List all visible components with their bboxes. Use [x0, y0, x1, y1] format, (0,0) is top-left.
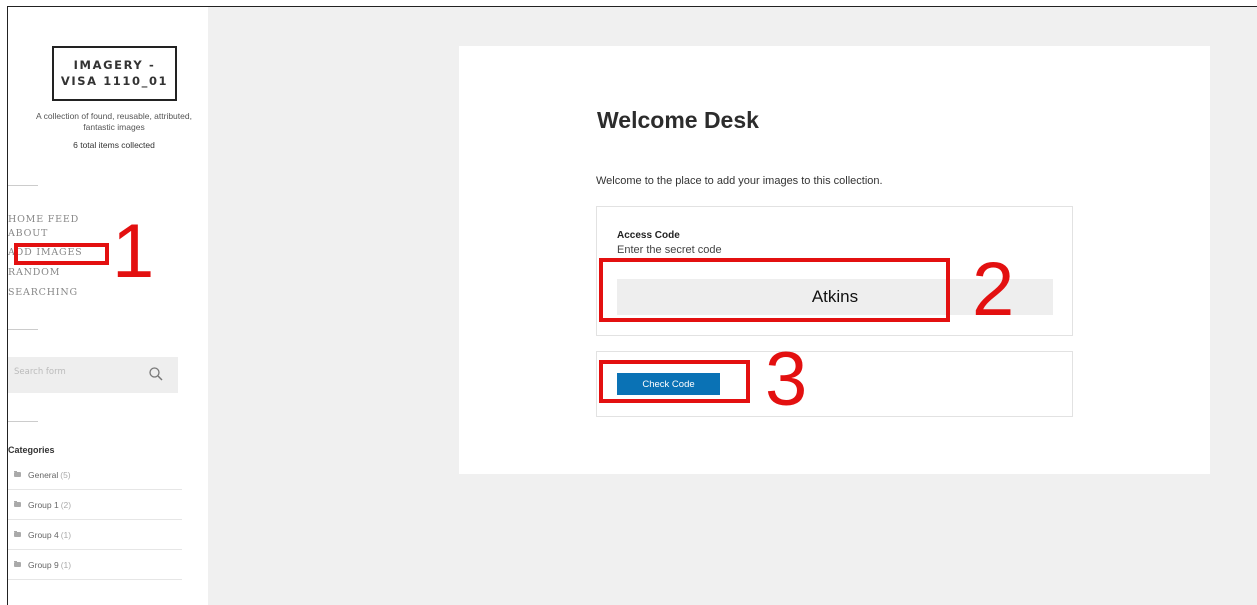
- category-general[interactable]: General (5): [8, 460, 182, 490]
- category-count: (2): [60, 499, 72, 510]
- category-name: Group 9: [28, 559, 59, 570]
- site-logo[interactable]: IMAGERY - VISA 1110_01: [52, 46, 177, 101]
- annotation-box-1: [14, 243, 109, 265]
- category-name: Group 4: [28, 529, 59, 540]
- nav-searching[interactable]: SEARCHING: [8, 283, 83, 303]
- access-code-description: Enter the secret code: [617, 244, 722, 256]
- item-count: 6 total items collected: [73, 140, 155, 150]
- page-title: Welcome Desk: [597, 107, 759, 133]
- annotation-box-2: [599, 258, 950, 322]
- divider: [8, 421, 38, 422]
- folder-icon: [14, 531, 21, 537]
- category-group-4[interactable]: Group 4 (1): [8, 520, 182, 550]
- folder-icon: [14, 501, 21, 507]
- category-count: (5): [60, 469, 71, 480]
- annotation-number-3: 3: [765, 337, 808, 422]
- access-code-label: Access Code: [617, 230, 680, 241]
- annotation-box-3: [599, 360, 750, 403]
- folder-icon: [14, 561, 21, 567]
- site-tagline: A collection of found, reusable, attribu…: [36, 111, 192, 132]
- search-form: [8, 357, 178, 393]
- annotation-number-2: 2: [972, 247, 1015, 332]
- category-group-1[interactable]: Group 1 (2): [8, 490, 182, 520]
- nav-random[interactable]: RANDOM: [8, 263, 83, 283]
- category-name: General: [28, 469, 59, 480]
- category-count: (1): [60, 559, 72, 570]
- category-group-9[interactable]: Group 9 (1): [8, 550, 182, 580]
- search-input[interactable]: [14, 367, 134, 377]
- annotation-number-1: 1: [112, 209, 155, 294]
- categories-heading: Categories: [8, 445, 55, 455]
- site-title: IMAGERY - VISA 1110_01: [60, 58, 169, 88]
- folder-icon: [14, 471, 21, 477]
- category-count: (1): [60, 529, 72, 540]
- search-icon[interactable]: [148, 366, 164, 382]
- categories-list: General (5) Group 1 (2) Group 4 (1) Grou…: [8, 460, 182, 580]
- category-name: Group 1: [28, 499, 59, 510]
- divider: [8, 185, 38, 186]
- intro-text: Welcome to the place to add your images …: [596, 175, 883, 187]
- divider: [8, 329, 38, 330]
- sidebar: IMAGERY - VISA 1110_01 A collection of f…: [8, 7, 208, 605]
